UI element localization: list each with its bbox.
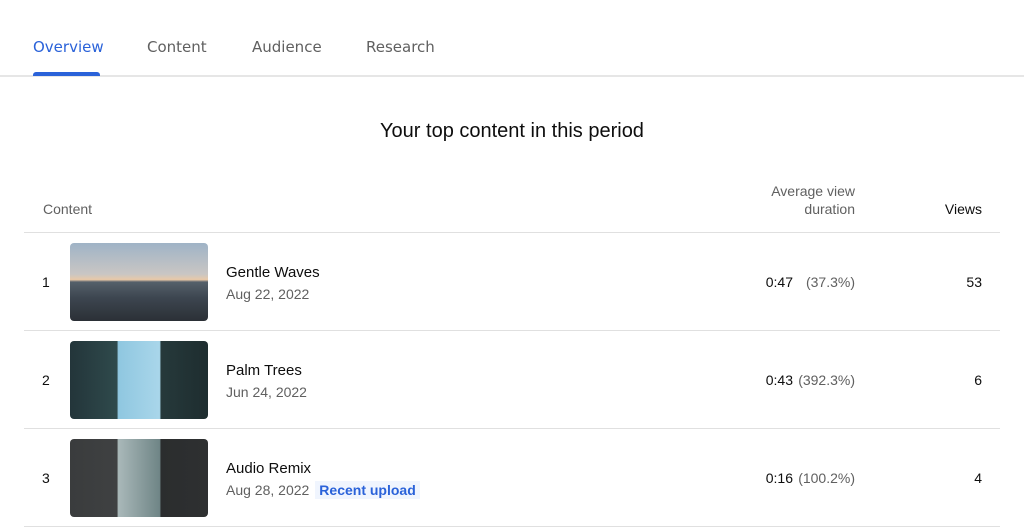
video-thumbnail[interactable] [70, 341, 208, 419]
video-date: Aug 22, 2022 [226, 286, 310, 302]
rank: 3 [42, 470, 50, 486]
tab-overview[interactable]: Overview [33, 38, 104, 56]
avg-duration: 0:47 [765, 274, 793, 290]
video-title[interactable]: Audio Remix [226, 460, 311, 477]
table-row[interactable]: 3 Audio Remix Aug 28, 2022 Recent upload … [24, 429, 1000, 527]
views: 53 [966, 274, 982, 290]
video-date: Aug 28, 2022 Recent upload [226, 481, 420, 499]
video-date-text: Aug 28, 2022 [226, 482, 310, 498]
table-row[interactable]: 2 Palm Trees Jun 24, 2022 0:43 (392.3%) … [24, 331, 1000, 429]
header-content: Content [43, 201, 93, 217]
tab-content[interactable]: Content [147, 38, 207, 56]
table-row[interactable]: 1 Gentle Waves Aug 22, 2022 0:47 (37.3%)… [24, 233, 1000, 331]
video-title[interactable]: Palm Trees [226, 362, 302, 379]
recent-upload-badge: Recent upload [315, 481, 420, 499]
active-tab-indicator [33, 72, 100, 76]
header-avg-duration[interactable]: Average view duration [760, 182, 855, 218]
avg-percent: (37.3%) [805, 274, 855, 290]
views: 4 [974, 470, 982, 486]
tab-bar: Overview Content Audience Research [0, 0, 1024, 77]
tab-audience[interactable]: Audience [252, 38, 322, 56]
video-thumbnail[interactable] [70, 439, 208, 517]
video-title[interactable]: Gentle Waves [226, 264, 320, 281]
views: 6 [974, 372, 982, 388]
rank: 1 [42, 274, 50, 290]
table-header: Content Average view duration Views [24, 180, 1000, 233]
avg-percent: (392.3%) [798, 372, 855, 388]
section-title: Your top content in this period [380, 120, 644, 142]
avg-duration: 0:16 [765, 470, 793, 486]
tab-research[interactable]: Research [366, 38, 435, 56]
avg-percent: (100.2%) [798, 470, 855, 486]
rank: 2 [42, 372, 50, 388]
video-date: Jun 24, 2022 [226, 384, 307, 400]
video-thumbnail[interactable] [70, 243, 208, 321]
avg-duration: 0:43 [765, 372, 793, 388]
header-views[interactable]: Views [945, 201, 982, 217]
